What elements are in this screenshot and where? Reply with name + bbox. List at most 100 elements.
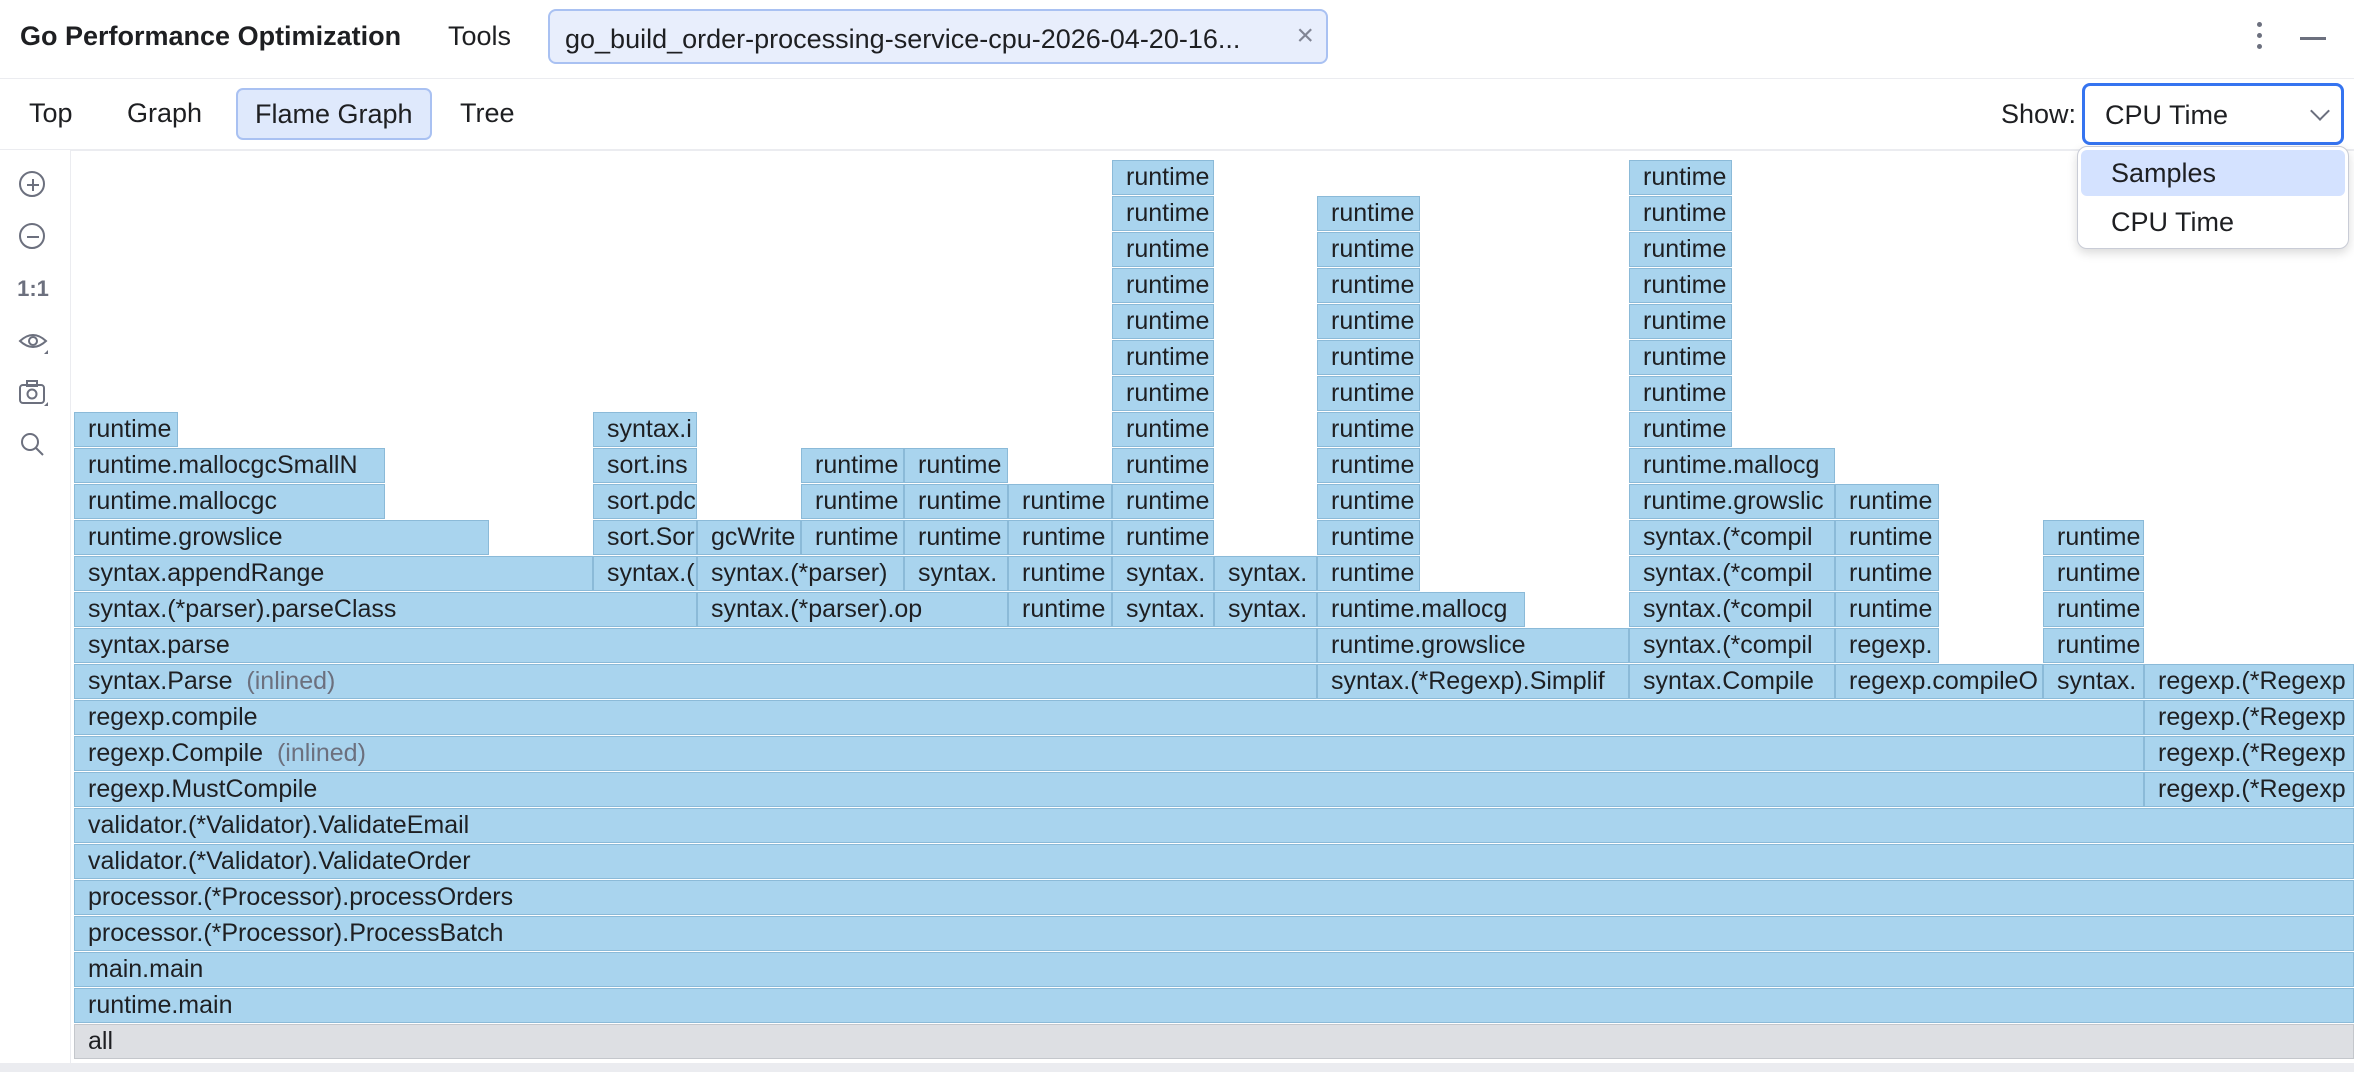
flame-frame[interactable]: runtime [1112,232,1214,267]
flame-frame[interactable]: runtime [1008,592,1112,627]
flame-frame[interactable]: regexp.(*Regexp [2144,736,2354,771]
tab-flame-graph[interactable]: Flame Graph [236,88,432,140]
flame-frame[interactable]: all [74,1024,2354,1059]
flame-frame[interactable]: syntax.(*parser).parseClass [74,592,697,627]
flame-frame[interactable]: gcWrite [697,520,801,555]
flame-frame[interactable]: processor.(*Processor).processOrders [74,880,2354,915]
flame-frame[interactable]: regexp. [1835,628,1939,663]
flame-frame[interactable]: runtime [2043,592,2144,627]
close-icon[interactable]: × [1296,19,1314,53]
flame-frame[interactable]: runtime.main [74,988,2354,1023]
flame-frame[interactable]: runtime [1317,412,1420,447]
flame-frame[interactable]: runtime.mallocg [1629,448,1835,483]
flame-frame[interactable]: regexp.compileO [1835,664,2043,699]
flame-frame[interactable]: runtime [1112,160,1214,195]
more-options-icon[interactable] [2248,16,2272,56]
flame-frame[interactable]: syntax.( [593,556,697,591]
flame-frame[interactable]: regexp.Compile (inlined) [74,736,2144,771]
search-icon[interactable] [14,426,52,464]
option-samples[interactable]: Samples [2081,150,2345,196]
zoom-in-icon[interactable] [14,166,52,204]
flame-frame[interactable]: regexp.MustCompile [74,772,2144,807]
flame-frame[interactable]: syntax. [1112,592,1214,627]
flame-frame[interactable]: runtime [1629,376,1732,411]
flame-frame[interactable]: runtime [1317,484,1420,519]
flame-frame[interactable]: runtime [1317,520,1420,555]
flame-frame[interactable]: runtime [1112,412,1214,447]
flame-frame[interactable]: regexp.(*Regexp [2144,664,2354,699]
flame-frame[interactable]: regexp.(*Regexp [2144,772,2354,807]
flame-frame[interactable]: regexp.compile [74,700,2144,735]
flame-frame[interactable]: runtime.growslic [1629,484,1835,519]
flame-frame[interactable]: syntax.Parse (inlined) [74,664,1317,699]
flame-frame[interactable]: regexp.(*Regexp [2144,700,2354,735]
flame-frame[interactable]: runtime [1629,196,1732,231]
flame-frame[interactable]: runtime [1317,340,1420,375]
flame-frame[interactable]: runtime [2043,556,2144,591]
flame-frame[interactable]: syntax.(*compil [1629,592,1835,627]
flame-frame[interactable]: validator.(*Validator).ValidateOrder [74,844,2354,879]
flame-frame[interactable]: runtime.growslice [74,520,489,555]
flame-frame[interactable]: runtime [1835,520,1939,555]
flame-frame[interactable]: runtime [2043,520,2144,555]
tab-top[interactable]: Top [12,88,90,140]
bottom-scrollbar[interactable] [0,1063,2354,1072]
flame-frame[interactable]: runtime [1317,268,1420,303]
flame-frame[interactable]: syntax. [1214,556,1317,591]
flame-frame[interactable]: runtime [904,448,1008,483]
file-tab[interactable]: go_build_order-processing-service-cpu-20… [548,9,1328,64]
flame-frame[interactable]: syntax.(*compil [1629,520,1835,555]
flame-frame[interactable]: runtime [904,520,1008,555]
flame-frame[interactable]: sort.Sor [593,520,697,555]
flame-frame[interactable]: runtime [1112,304,1214,339]
flame-frame[interactable]: syntax. [1214,592,1317,627]
flame-frame[interactable]: syntax.(*compil [1629,556,1835,591]
flame-frame[interactable]: runtime [2043,628,2144,663]
visibility-icon[interactable] [14,322,52,360]
flame-frame[interactable]: syntax.(*compil [1629,628,1835,663]
flame-frame[interactable]: processor.(*Processor).ProcessBatch [74,916,2354,951]
flame-frame[interactable]: runtime [1112,520,1214,555]
flame-frame[interactable]: main.main [74,952,2354,987]
flame-frame[interactable]: runtime [1008,556,1112,591]
flame-frame[interactable]: runtime [1317,448,1420,483]
flame-frame[interactable]: runtime [1835,556,1939,591]
flame-frame[interactable]: runtime [1008,520,1112,555]
camera-icon[interactable] [14,374,52,412]
tab-tree[interactable]: Tree [443,88,532,140]
flame-frame[interactable]: syntax.(*Regexp).Simplif [1317,664,1629,699]
flame-frame[interactable]: runtime [1112,484,1214,519]
tab-graph[interactable]: Graph [110,88,219,140]
flame-frame[interactable]: runtime [801,448,904,483]
flame-frame[interactable]: runtime [1835,484,1939,519]
actual-size-button[interactable]: 1:1 [14,270,52,308]
flame-frame[interactable]: runtime [1317,304,1420,339]
flame-frame[interactable]: runtime [1835,592,1939,627]
flame-frame[interactable]: runtime [1112,268,1214,303]
flame-frame[interactable]: runtime [1112,448,1214,483]
zoom-out-icon[interactable] [14,218,52,256]
flame-frame[interactable]: sort.pdc [593,484,697,519]
flame-frame[interactable]: runtime.mallocg [1317,592,1525,627]
flame-frame[interactable]: runtime [904,484,1008,519]
flame-frame[interactable]: runtime [1629,232,1732,267]
flame-frame[interactable]: syntax.(*parser).op [697,592,1008,627]
flame-frame[interactable]: runtime [1112,376,1214,411]
flame-frame[interactable]: runtime [1112,340,1214,375]
flame-frame[interactable]: syntax.Compile [1629,664,1835,699]
flame-frame[interactable]: runtime [1112,196,1214,231]
show-select[interactable]: CPU Time [2082,83,2344,145]
flame-frame[interactable]: runtime [1317,232,1420,267]
flame-frame[interactable]: runtime [1008,484,1112,519]
flame-frame[interactable]: runtime [1629,160,1732,195]
flame-frame[interactable]: runtime [1317,376,1420,411]
flame-frame[interactable]: runtime [801,520,904,555]
tools-menu[interactable]: Tools [448,21,511,52]
flame-frame[interactable]: runtime [74,412,178,447]
flame-frame[interactable]: validator.(*Validator).ValidateEmail [74,808,2354,843]
flame-frame[interactable]: runtime.growslice [1317,628,1629,663]
flame-frame[interactable]: runtime [1317,196,1420,231]
flame-frame[interactable]: syntax.(*parser) [697,556,904,591]
flame-frame[interactable]: runtime [1629,412,1732,447]
flame-frame[interactable]: syntax.appendRange [74,556,593,591]
